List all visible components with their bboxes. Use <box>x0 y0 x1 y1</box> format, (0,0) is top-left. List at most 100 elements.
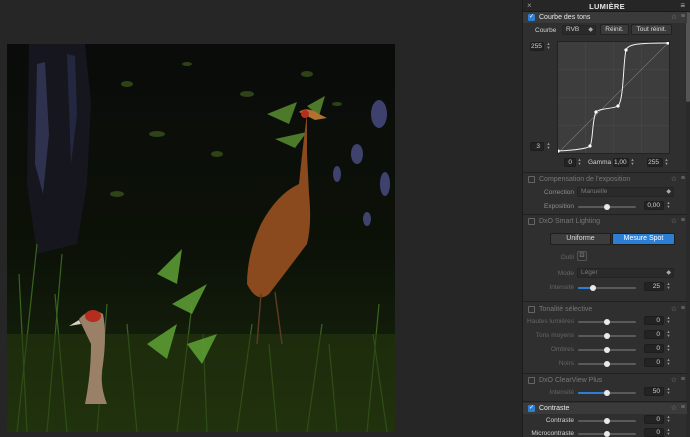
smart-lighting-checkbox[interactable] <box>528 218 535 225</box>
tone-curve-header[interactable]: Courbe des tons ☆ ≡ <box>523 12 687 23</box>
output-max-field[interactable]: 255 <box>530 42 544 51</box>
contrast-row-slider[interactable] <box>578 418 636 424</box>
smart-lighting-header[interactable]: DxO Smart Lighting ☆ ≡ <box>523 216 687 227</box>
exposure-value[interactable]: 0,00 <box>644 201 664 210</box>
gamma-stepper[interactable]: ▲ ▼ <box>630 158 635 166</box>
slider-knob[interactable] <box>589 285 596 291</box>
contrast-title: Contraste <box>539 405 570 412</box>
smart-lighting-title: DxO Smart Lighting <box>539 218 601 225</box>
face-detect-icon[interactable]: ⚃ <box>577 251 587 261</box>
input-max-stepper[interactable]: ▲ ▼ <box>664 158 669 166</box>
slider-fill <box>578 392 607 394</box>
clearview-stepper[interactable]: ▲ ▼ <box>666 387 671 395</box>
contrast-checkbox[interactable] <box>528 404 535 412</box>
output-max-stepper[interactable]: ▲ ▼ <box>546 42 551 50</box>
section-menu-icon[interactable]: ≡ <box>681 305 685 312</box>
contrast-row-slider[interactable] <box>578 431 636 437</box>
photo-preview[interactable] <box>7 44 395 432</box>
selective-tone-row-value[interactable]: 0 <box>644 330 664 339</box>
section-menu-icon[interactable]: ≡ <box>681 175 685 182</box>
section-menu-icon[interactable]: ≡ <box>681 13 685 20</box>
mode-value: Léger <box>581 269 598 276</box>
input-min-stepper[interactable]: ▲ ▼ <box>577 158 582 166</box>
mode-spot-button[interactable]: Mesure Spot <box>612 233 675 245</box>
slider-knob[interactable] <box>604 204 610 210</box>
smart-lighting-intensity-slider[interactable] <box>578 285 636 291</box>
selective-tone-row-value[interactable]: 0 <box>644 316 664 325</box>
selective-tone-row-stepper[interactable]: ▲ ▼ <box>666 330 671 338</box>
selective-tone-row-stepper[interactable]: ▲ ▼ <box>666 358 671 366</box>
favorite-star-icon[interactable]: ☆ <box>671 305 677 313</box>
exposure-checkbox[interactable] <box>528 176 535 183</box>
selective-tone-header[interactable]: Tonalité sélective ☆ ≡ <box>523 304 687 315</box>
selective-tone-row-stepper[interactable]: ▲ ▼ <box>666 316 671 324</box>
curve-point[interactable] <box>588 144 592 148</box>
reset-all-button[interactable]: Tout réinit. <box>631 24 672 35</box>
mode-select[interactable]: Léger ◆ <box>577 268 674 278</box>
correction-select[interactable]: Manuelle ◆ <box>577 187 674 197</box>
contrast-row-value[interactable]: 0 <box>644 415 664 424</box>
favorite-star-icon[interactable]: ☆ <box>671 175 677 183</box>
selective-tone-title: Tonalité sélective <box>539 306 593 313</box>
slider-knob[interactable] <box>604 418 610 424</box>
mode-label: Mode <box>557 270 574 277</box>
exposure-slider[interactable] <box>578 204 636 210</box>
panel-menu-icon[interactable]: ≡ <box>680 1 685 10</box>
exposure-header[interactable]: Compensation de l'exposition ☆ ≡ <box>523 174 687 185</box>
contrast-header[interactable]: Contraste ☆ ≡ <box>523 403 687 414</box>
clearview-intensity-value[interactable]: 50 <box>644 387 664 396</box>
output-min-field[interactable]: 3 <box>530 142 544 151</box>
favorite-star-icon[interactable]: ☆ <box>671 13 677 21</box>
selective-tone-row-stepper[interactable]: ▲ ▼ <box>666 344 671 352</box>
tone-curve-checkbox[interactable] <box>528 13 535 21</box>
clearview-intensity-slider[interactable] <box>578 390 636 396</box>
gamma-label: Gamma <box>588 159 612 166</box>
intensity-stepper[interactable]: ▲ ▼ <box>666 282 671 290</box>
curve-point[interactable] <box>624 48 628 52</box>
curve-point[interactable] <box>594 110 598 114</box>
output-min-stepper[interactable]: ▲ ▼ <box>546 142 551 150</box>
favorite-star-icon[interactable]: ☆ <box>671 376 677 384</box>
channel-select[interactable]: RVB ◆ <box>562 25 596 35</box>
scrollbar-thumb[interactable] <box>686 12 690 102</box>
tone-curve-title: Courbe des tons <box>539 14 591 21</box>
clearview-header[interactable]: DxO ClearView Plus ☆ ≡ <box>523 375 687 386</box>
slider-knob[interactable] <box>604 347 610 353</box>
input-max-field[interactable]: 255 <box>647 158 663 167</box>
section-menu-icon[interactable]: ≡ <box>681 404 685 411</box>
selective-tone-row-slider[interactable] <box>578 319 636 325</box>
slider-knob[interactable] <box>604 361 610 367</box>
slider-knob[interactable] <box>604 431 610 437</box>
slider-knob[interactable] <box>604 333 610 339</box>
input-min-field[interactable]: 0 <box>564 158 576 167</box>
selective-tone-row-value[interactable]: 0 <box>644 344 664 353</box>
slider-knob[interactable] <box>604 390 610 396</box>
contrast-row-label: Microcontraste <box>531 430 574 437</box>
contrast-row-stepper[interactable]: ▲ ▼ <box>666 415 671 423</box>
channel-value: RVB <box>566 26 580 33</box>
selective-tone-row-value[interactable]: 0 <box>644 358 664 367</box>
smart-lighting-intensity-value[interactable]: 25 <box>644 282 664 291</box>
exposure-stepper[interactable]: ▲ ▼ <box>666 201 671 209</box>
curve-point[interactable] <box>556 149 560 153</box>
image-viewer[interactable] <box>0 0 522 437</box>
curve-point[interactable] <box>616 104 620 108</box>
favorite-star-icon[interactable]: ☆ <box>671 404 677 412</box>
clearview-checkbox[interactable] <box>528 377 535 384</box>
selective-tone-checkbox[interactable] <box>528 306 535 313</box>
selective-tone-row-slider[interactable] <box>578 347 636 353</box>
selective-tone-row-slider[interactable] <box>578 333 636 339</box>
selective-tone-row-slider[interactable] <box>578 361 636 367</box>
section-menu-icon[interactable]: ≡ <box>681 217 685 224</box>
contrast-row-value[interactable]: 0 <box>644 428 664 437</box>
selective-tone-row-label: Noirs <box>558 360 574 367</box>
reset-button[interactable]: Réinit. <box>600 24 629 35</box>
contrast-row-stepper[interactable]: ▲ ▼ <box>666 428 671 436</box>
tone-curve-graph[interactable] <box>556 41 670 154</box>
slider-knob[interactable] <box>604 319 610 325</box>
gamma-field[interactable]: 1,00 <box>613 158 629 167</box>
mode-uniform-button[interactable]: Uniforme <box>550 233 611 245</box>
section-menu-icon[interactable]: ≡ <box>681 376 685 383</box>
chevron-down-icon: ◆ <box>588 27 593 33</box>
favorite-star-icon[interactable]: ☆ <box>671 217 677 225</box>
